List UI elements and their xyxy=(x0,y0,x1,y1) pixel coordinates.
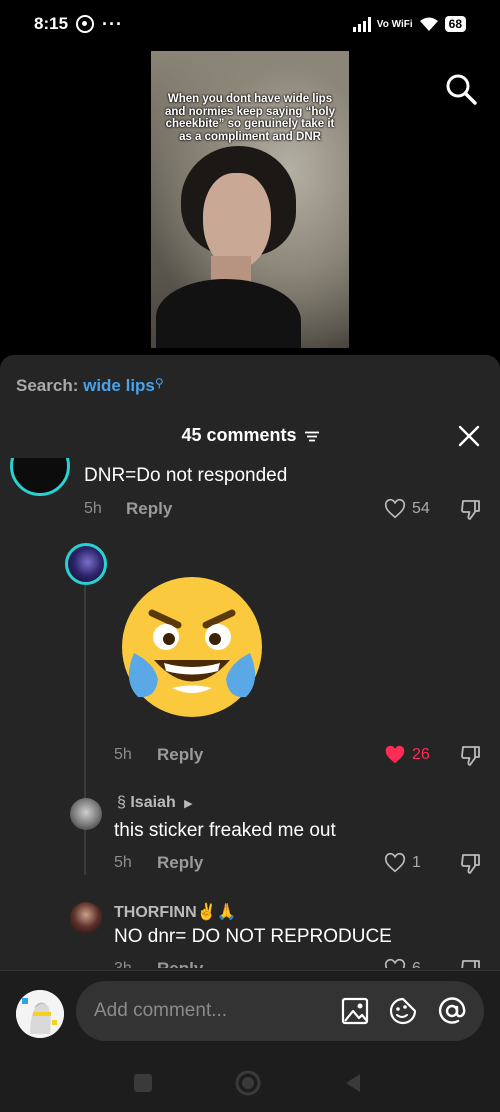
video-caption: When you dont have wide lips and normies… xyxy=(165,93,335,143)
mention-icon[interactable] xyxy=(437,996,467,1026)
recents-icon[interactable] xyxy=(133,1073,153,1093)
like-button[interactable]: 1 xyxy=(384,852,421,874)
like-button[interactable]: 26 xyxy=(384,744,430,766)
commenter-avatar[interactable] xyxy=(10,458,70,496)
caret-right-icon: ▶ xyxy=(184,798,193,810)
system-nav-bar xyxy=(0,1061,500,1112)
clock: 8:15 xyxy=(34,14,69,33)
heart-icon xyxy=(384,852,406,873)
heart-filled-icon xyxy=(385,745,405,764)
home-icon[interactable] xyxy=(234,1069,262,1097)
like-count: 1 xyxy=(412,854,421,871)
dislike-icon[interactable] xyxy=(459,852,483,876)
reply-button[interactable]: Reply xyxy=(157,745,203,765)
user-avatar[interactable] xyxy=(16,990,64,1038)
comment-time: 5h xyxy=(84,500,102,517)
wifi-icon xyxy=(419,17,438,31)
vowifi-label: Vo WiFi xyxy=(376,18,413,30)
back-icon[interactable] xyxy=(343,1073,363,1093)
comments-count: 45 comments xyxy=(181,425,297,445)
search-small-icon: ⚲ xyxy=(154,376,164,390)
comments-sheet: Search: wide lips⚲ 45 comments DNR=Do no… xyxy=(0,355,500,1112)
dislike-icon[interactable] xyxy=(459,498,483,522)
search-label: Search: xyxy=(16,376,84,395)
commenter-avatar[interactable] xyxy=(70,798,102,830)
reply-button[interactable]: Reply xyxy=(157,959,203,968)
close-icon[interactable] xyxy=(458,425,480,447)
signal-icon xyxy=(352,16,371,32)
heart-icon xyxy=(384,958,406,968)
comment-composer xyxy=(0,970,500,1112)
thread-line xyxy=(84,575,86,875)
comment-text: this sticker freaked me out xyxy=(114,820,336,841)
reply-button[interactable]: Reply xyxy=(157,853,203,873)
like-count: 54 xyxy=(412,500,430,517)
more-notifications-icon: ··· xyxy=(102,13,124,34)
video-player[interactable]: When you dont have wide lips and normies… xyxy=(151,51,349,348)
commenter-avatar[interactable] xyxy=(65,543,107,585)
comment-time: 5h xyxy=(114,746,132,763)
comment-text: DNR=Do not responded xyxy=(84,465,288,486)
image-icon[interactable] xyxy=(340,996,370,1026)
comments-header: 45 comments xyxy=(0,425,500,446)
comment-time: 3h xyxy=(114,960,132,968)
reply-button[interactable]: Reply xyxy=(126,499,172,519)
commenter-avatar[interactable] xyxy=(70,902,102,934)
commenter-username[interactable]: § Isaiah ▶ xyxy=(117,794,193,812)
verified-link-icon: § xyxy=(117,794,126,811)
search-keyword[interactable]: wide lips xyxy=(83,376,155,395)
dislike-icon[interactable] xyxy=(459,958,483,968)
search-icon[interactable] xyxy=(444,72,478,106)
like-count: 6 xyxy=(412,960,421,968)
like-button[interactable]: 54 xyxy=(384,498,430,520)
like-count: 26 xyxy=(412,746,430,763)
dislike-icon[interactable] xyxy=(459,744,483,768)
laughing-crying-face-sticker xyxy=(122,577,262,717)
like-button[interactable]: 6 xyxy=(384,958,421,968)
commenter-username[interactable]: THORFINN✌️🙏 xyxy=(114,902,237,922)
comment-input[interactable] xyxy=(76,981,484,1041)
whatsapp-icon xyxy=(76,15,95,33)
search-suggestion[interactable]: Search: wide lips⚲ xyxy=(16,376,164,396)
status-bar: 8:15 ··· Vo WiFi 68 xyxy=(0,0,500,48)
emoji-icon[interactable] xyxy=(388,996,418,1026)
comments-list[interactable]: DNR=Do not responded 5h Reply 54 5h Repl… xyxy=(0,458,500,968)
comment-time: 5h xyxy=(114,854,132,871)
battery-indicator: 68 xyxy=(444,16,466,32)
comment-text: NO dnr= DO NOT REPRODUCE xyxy=(114,926,392,947)
heart-icon xyxy=(384,498,406,519)
sort-icon[interactable] xyxy=(304,431,319,442)
